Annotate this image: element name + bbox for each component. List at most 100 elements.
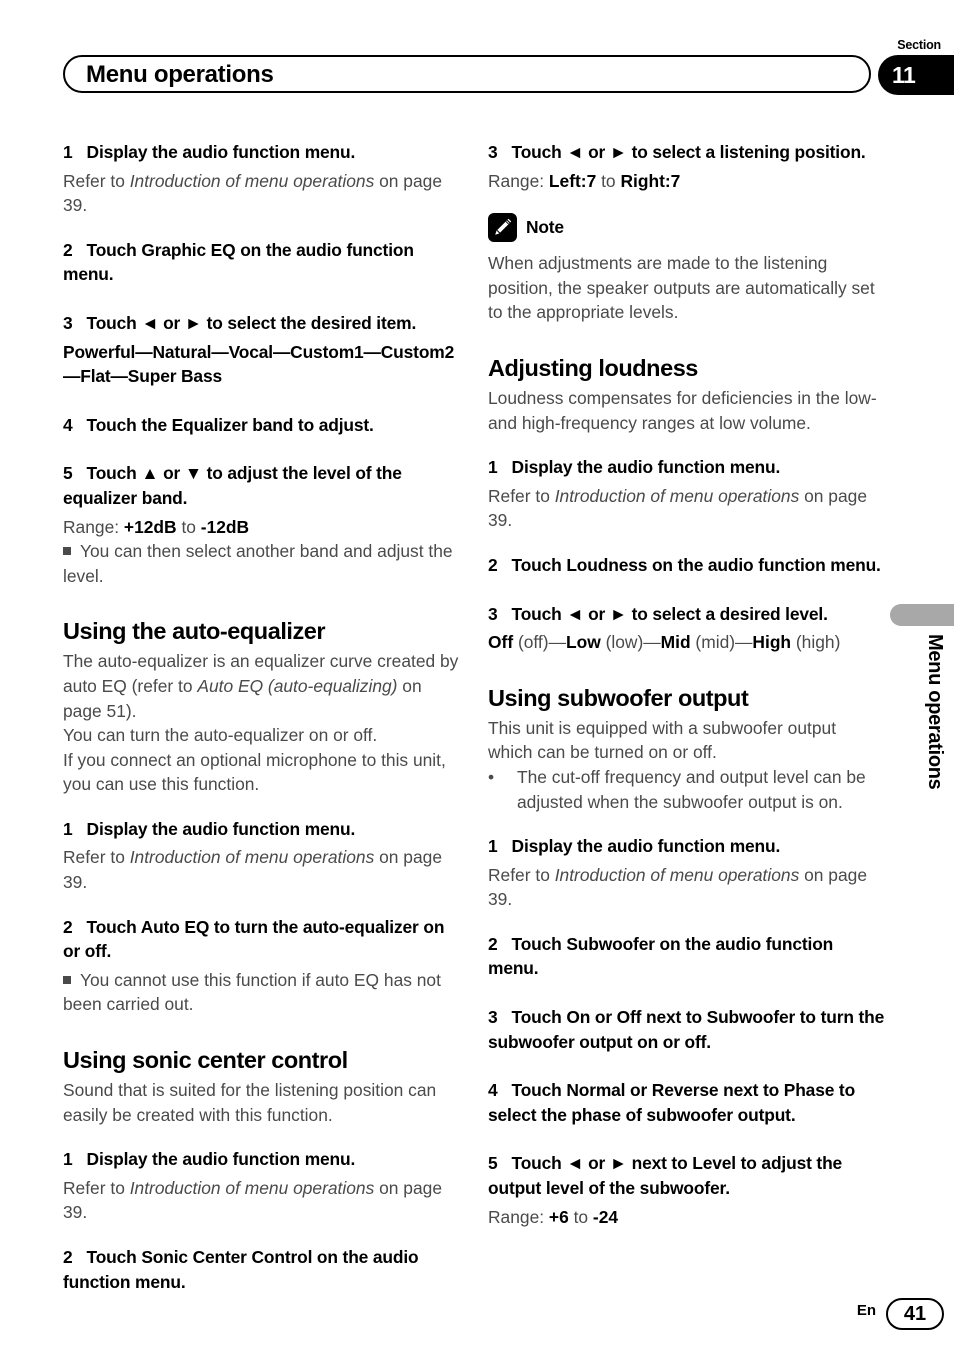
step-text: Touch Sonic Center Control on the audio … — [63, 1247, 419, 1292]
step-text: Touch ▲ or ▼ to adjust the level of the … — [63, 463, 402, 508]
step-text: Touch Loudness on the audio function men… — [511, 554, 881, 575]
auto-eq-step-1: 1 Display the audio function menu. — [63, 817, 460, 842]
range-to: -12dB — [200, 516, 250, 537]
step-number: 2 — [488, 554, 498, 575]
step-5-sub-note: You can then select another band and adj… — [63, 539, 460, 588]
step-number: 2 — [63, 1247, 73, 1267]
step-number: 1 — [488, 836, 498, 857]
note-text: When adjustments are made to the listeni… — [488, 253, 875, 323]
sonic-step-3-listening-position: 3 Touch ◄ or ► to select a listening posi… — [488, 140, 885, 165]
loudness-option-name: Low — [565, 632, 601, 653]
refer-title: Introduction of menu operations — [554, 485, 800, 506]
subwoofer-step-4: 4 Touch Normal or Reverse next to Phase t… — [488, 1078, 885, 1127]
sub-note-text: You cannot use this function if auto EQ … — [63, 969, 441, 1015]
subwoofer-step-1: 1 Display the audio function menu. — [488, 834, 885, 859]
loudness-option-name: Off — [488, 632, 514, 653]
step-text: Touch Normal or Reverse next to Phase to… — [488, 1080, 856, 1125]
range-label: Range: — [488, 1206, 549, 1227]
loudness-option-name: Mid — [660, 632, 691, 653]
option-separator: — — [643, 632, 661, 653]
step-number: 4 — [63, 414, 73, 435]
step-2-graphic-eq: 2 Touch Graphic EQ on the audio function … — [63, 238, 460, 287]
step-text: Touch ◄ or ► next to Level to adjust the… — [488, 1153, 843, 1199]
step-text: Display the audio function menu. — [511, 457, 781, 478]
section-label: Section — [897, 38, 941, 52]
loudness-option-value: (off) — [513, 632, 549, 653]
loudness-step-2: 2 Touch Loudness on the audio function me… — [488, 553, 885, 578]
refer-prefix: Refer to — [488, 864, 555, 885]
loudness-option-list: Off (off)—Low (low)—Mid (mid)—High (high… — [488, 630, 885, 655]
pencil-icon — [488, 213, 517, 243]
step-number: 1 — [488, 457, 498, 478]
step-text: Display the audio function menu. — [86, 1149, 356, 1170]
dot-bullet-icon: • — [488, 766, 495, 787]
footer-language: En — [856, 1302, 876, 1319]
side-tab-marker — [890, 604, 954, 626]
page-header: Menu operations Section 11 — [0, 0, 954, 130]
auto-eq-paragraph-1: The auto-equalizer is an equalizer curve… — [63, 649, 460, 723]
heading-using-auto-equalizer: Using the auto-equalizer — [63, 618, 326, 645]
heading-using-subwoofer-output: Using subwoofer output — [488, 684, 749, 711]
step-text: Touch Graphic EQ on the audio function m… — [63, 239, 414, 285]
sonic-step-1: 1 Display the audio function menu. — [63, 1147, 460, 1172]
step-number: 3 — [63, 312, 73, 333]
range-from: +12dB — [123, 516, 177, 537]
step-text: Display the audio function menu. — [86, 142, 356, 162]
bullet-text: The cut-off frequency and output level c… — [517, 766, 866, 812]
step-5-range: Range: +12dB to -12dB — [63, 515, 460, 540]
refer-prefix: Refer to — [63, 170, 130, 191]
step-text: Touch Auto EQ to turn the auto-equalizer… — [63, 916, 445, 962]
range-label: Range: — [488, 170, 549, 191]
auto-eq-step-2-note: You cannot use this function if auto EQ … — [63, 968, 460, 1017]
step-text: Touch On or Off next to Subwoofer to tur… — [488, 1007, 885, 1052]
refer-note-4: Refer to Introduction of menu operations… — [488, 484, 885, 533]
step-1-display-menu: 1 Display the audio function menu. — [63, 140, 460, 165]
right-column: 3 Touch ◄ or ► to select a listening posi… — [488, 140, 885, 1229]
sub-note-text: You can then select another band and adj… — [63, 541, 453, 586]
step-5-adjust-level: 5 Touch ▲ or ▼ to adjust the level of the… — [63, 461, 460, 510]
step-number: 3 — [488, 142, 498, 162]
option-separator: — — [735, 632, 753, 653]
step-text: Touch ◄ or ► to select a desired level. — [511, 603, 828, 624]
header-title-pill: Menu operations — [63, 55, 871, 93]
loudness-option-value: (high) — [791, 632, 841, 653]
refer-title: Introduction of menu operations — [129, 847, 375, 868]
range-to: Right:7 — [620, 170, 681, 191]
square-bullet-icon — [63, 975, 71, 984]
step-number: 1 — [63, 818, 73, 839]
step-4-equalizer-band: 4 Touch the Equalizer band to adjust. — [63, 413, 460, 438]
auto-eq-p1-reference: Auto EQ (auto-equalizing) — [197, 675, 398, 696]
step-text: Touch the Equalizer band to adjust. — [86, 414, 374, 435]
side-tab-label: Menu operations — [924, 634, 946, 790]
refer-note-5: Refer to Introduction of menu operations… — [488, 863, 885, 912]
note-header: Note — [488, 213, 885, 243]
subwoofer-step-2: 2 Touch Subwoofer on the audio function m… — [488, 932, 885, 981]
refer-title: Introduction of menu operations — [129, 170, 375, 191]
auto-eq-paragraph-2: You can turn the auto-equalizer on or of… — [63, 725, 378, 746]
heading-adjusting-loudness: Adjusting loudness — [488, 354, 698, 381]
loudness-option-value: (low) — [600, 632, 644, 653]
loudness-step-3: 3 Touch ◄ or ► to select a desired level. — [488, 602, 885, 627]
range-from: Left:7 — [548, 170, 597, 191]
step-number: 5 — [63, 463, 73, 484]
listening-position-range: Range: Left:7 to Right:7 — [488, 169, 885, 194]
refer-prefix: Refer to — [63, 847, 130, 868]
step-text: Touch ◄ or ► to select a listening posit… — [511, 142, 866, 162]
note-label: Note — [526, 217, 564, 238]
step-number: 2 — [63, 916, 73, 937]
step-number: 5 — [488, 1153, 498, 1174]
auto-eq-paragraph-3: If you connect an optional microphone to… — [63, 749, 446, 795]
sonic-step-2: 2 Touch Sonic Center Control on the audio… — [63, 1245, 460, 1294]
range-separator: to — [568, 1206, 593, 1227]
section-badge: 11 — [878, 55, 954, 95]
refer-note-2: Refer to Introduction of menu operations… — [63, 845, 460, 894]
refer-title: Introduction of menu operations — [554, 864, 800, 885]
heading-using-sonic-center-control: Using sonic center control — [63, 1047, 348, 1074]
refer-prefix: Refer to — [488, 485, 555, 506]
section-number: 11 — [892, 62, 916, 88]
step-number: 3 — [488, 1007, 498, 1028]
loudness-paragraph-1: Loudness compensates for deficiencies in… — [488, 387, 877, 433]
page-title: Menu operations — [86, 61, 274, 88]
range-to: -24 — [592, 1206, 619, 1227]
footer-page-number: 41 — [886, 1298, 944, 1330]
